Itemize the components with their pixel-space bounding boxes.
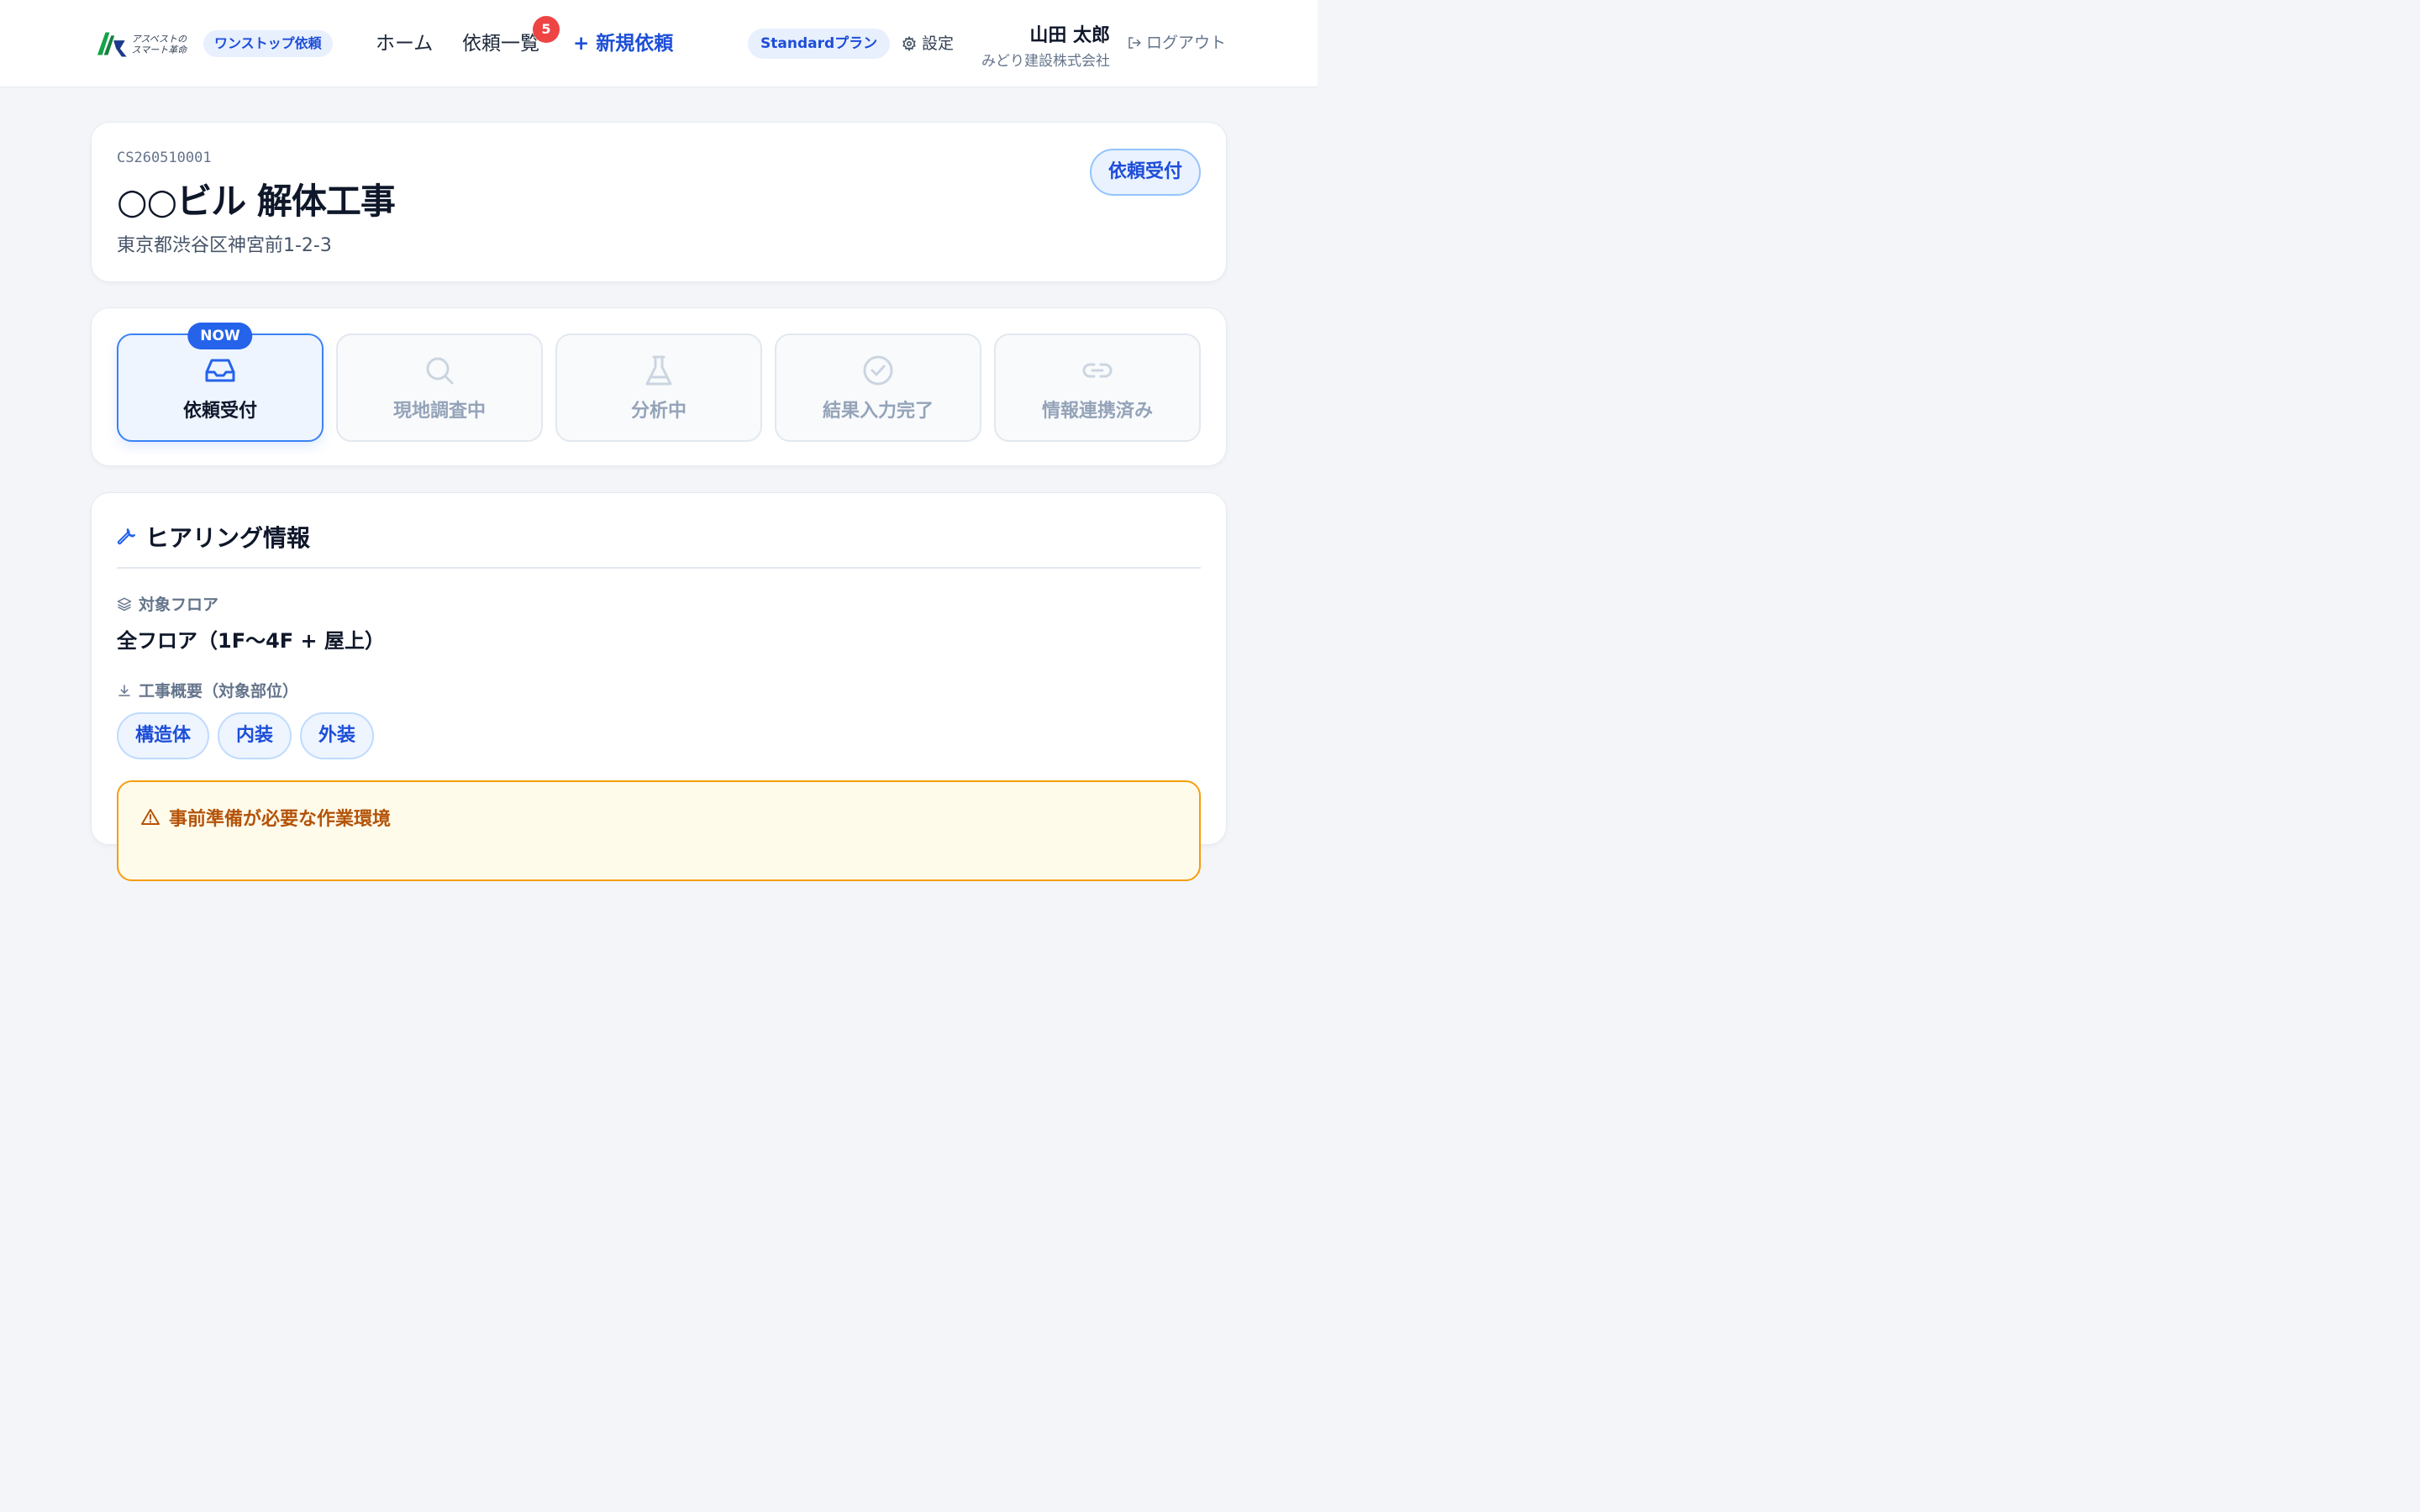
settings-label: 設定 [922, 34, 955, 53]
case-address: 東京都渋谷区神宮前1-2-3 [117, 235, 332, 256]
wrench-icon [117, 528, 135, 545]
step-label: 結果入力完了 [822, 401, 934, 422]
case-id: CS260510001 [117, 150, 212, 166]
gear-icon [902, 36, 916, 51]
scope-chips: 構造体 内装 外装 [117, 712, 375, 759]
layers-icon [117, 597, 132, 611]
hearing-section-title: ヒアリング情報 [117, 520, 310, 554]
page-title: ○○ビル 解体工事 [117, 181, 396, 222]
onestop-badge: ワンストップ依頼 [203, 30, 333, 57]
settings-link[interactable]: 設定 [902, 32, 954, 55]
user-name: 山田 太郎 [1029, 25, 1110, 46]
scope-chip: 内装 [218, 712, 292, 759]
step-analysis[interactable]: 分析中 [555, 333, 762, 442]
hearing-title-text: ヒアリング情報 [145, 524, 311, 552]
step-result-entered[interactable]: 結果入力完了 [775, 333, 981, 442]
inbox-icon [205, 359, 235, 382]
step-label: 依頼受付 [182, 401, 257, 422]
nav-home-link[interactable]: ホーム [376, 30, 433, 57]
scope-chip: 外装 [300, 712, 375, 759]
check-circle-icon [863, 355, 893, 386]
floor-label-text: 対象フロア [139, 596, 219, 614]
step-info-linked[interactable]: 情報連携済み [994, 333, 1201, 442]
app-logo[interactable]: アスベストの スマート革命 [96, 30, 188, 59]
logo-text: アスベストの スマート革命 [132, 34, 188, 55]
step-request-received[interactable]: NOW 依頼受付 [117, 323, 324, 442]
warning-title-text: 事前準備が必要な作業環境 [169, 809, 392, 830]
section-divider [117, 567, 1201, 569]
download-icon [118, 684, 130, 696]
top-header: アスベストの スマート革命 ワンストップ依頼 ホーム 依頼一覧 5 + 新規依頼… [0, 0, 1318, 87]
logout-button[interactable]: ログアウト [1127, 30, 1226, 55]
scope-label-text: 工事概要（対象部位） [139, 682, 299, 701]
case-summary-card: CS260510001 ○○ビル 解体工事 東京都渋谷区神宮前1-2-3 依頼受… [91, 122, 1227, 282]
user-company: みどり建設株式会社 [981, 53, 1110, 70]
link-icon [1082, 363, 1113, 378]
flask-icon [645, 355, 672, 386]
scope-chip: 構造体 [117, 712, 210, 759]
step-site-survey[interactable]: 現地調査中 [336, 333, 543, 442]
logo-mark-icon [97, 32, 127, 57]
scope-field-label: 工事概要（対象部位） [117, 679, 298, 701]
step-label: 情報連携済み [1041, 401, 1153, 422]
warning-panel: 事前準備が必要な作業環境 [117, 780, 1201, 881]
plan-badge: Standardプラン [748, 29, 891, 59]
warning-title: 事前準備が必要な作業環境 [140, 804, 391, 831]
step-label: 現地調査中 [392, 401, 486, 422]
floor-value: 全フロア（1F〜4F + 屋上） [117, 629, 386, 653]
hearing-info-card: ヒアリング情報 対象フロア 全フロア（1F〜4F + 屋上） 工事概要（対象部位… [91, 492, 1227, 881]
logo-text-line2: スマート革命 [131, 45, 187, 55]
status-badge: 依頼受付 [1089, 149, 1201, 196]
request-count-badge: 5 [533, 16, 560, 43]
nav-request-list-link[interactable]: 依頼一覧 [462, 30, 539, 57]
warning-triangle-icon [141, 809, 160, 825]
logout-label: ログアウト [1146, 34, 1227, 52]
floor-field-label: 対象フロア [117, 592, 218, 615]
logout-icon [1128, 37, 1141, 49]
search-icon [426, 357, 454, 385]
now-tag: NOW [187, 323, 253, 349]
new-request-link[interactable]: + 新規依頼 [573, 30, 673, 57]
step-label: 分析中 [630, 401, 687, 422]
logo-text-line1: アスベストの [131, 34, 187, 45]
progress-steps-card: NOW 依頼受付 現地調査中 分析中 結果入力完了 情報連携済み [91, 307, 1227, 466]
